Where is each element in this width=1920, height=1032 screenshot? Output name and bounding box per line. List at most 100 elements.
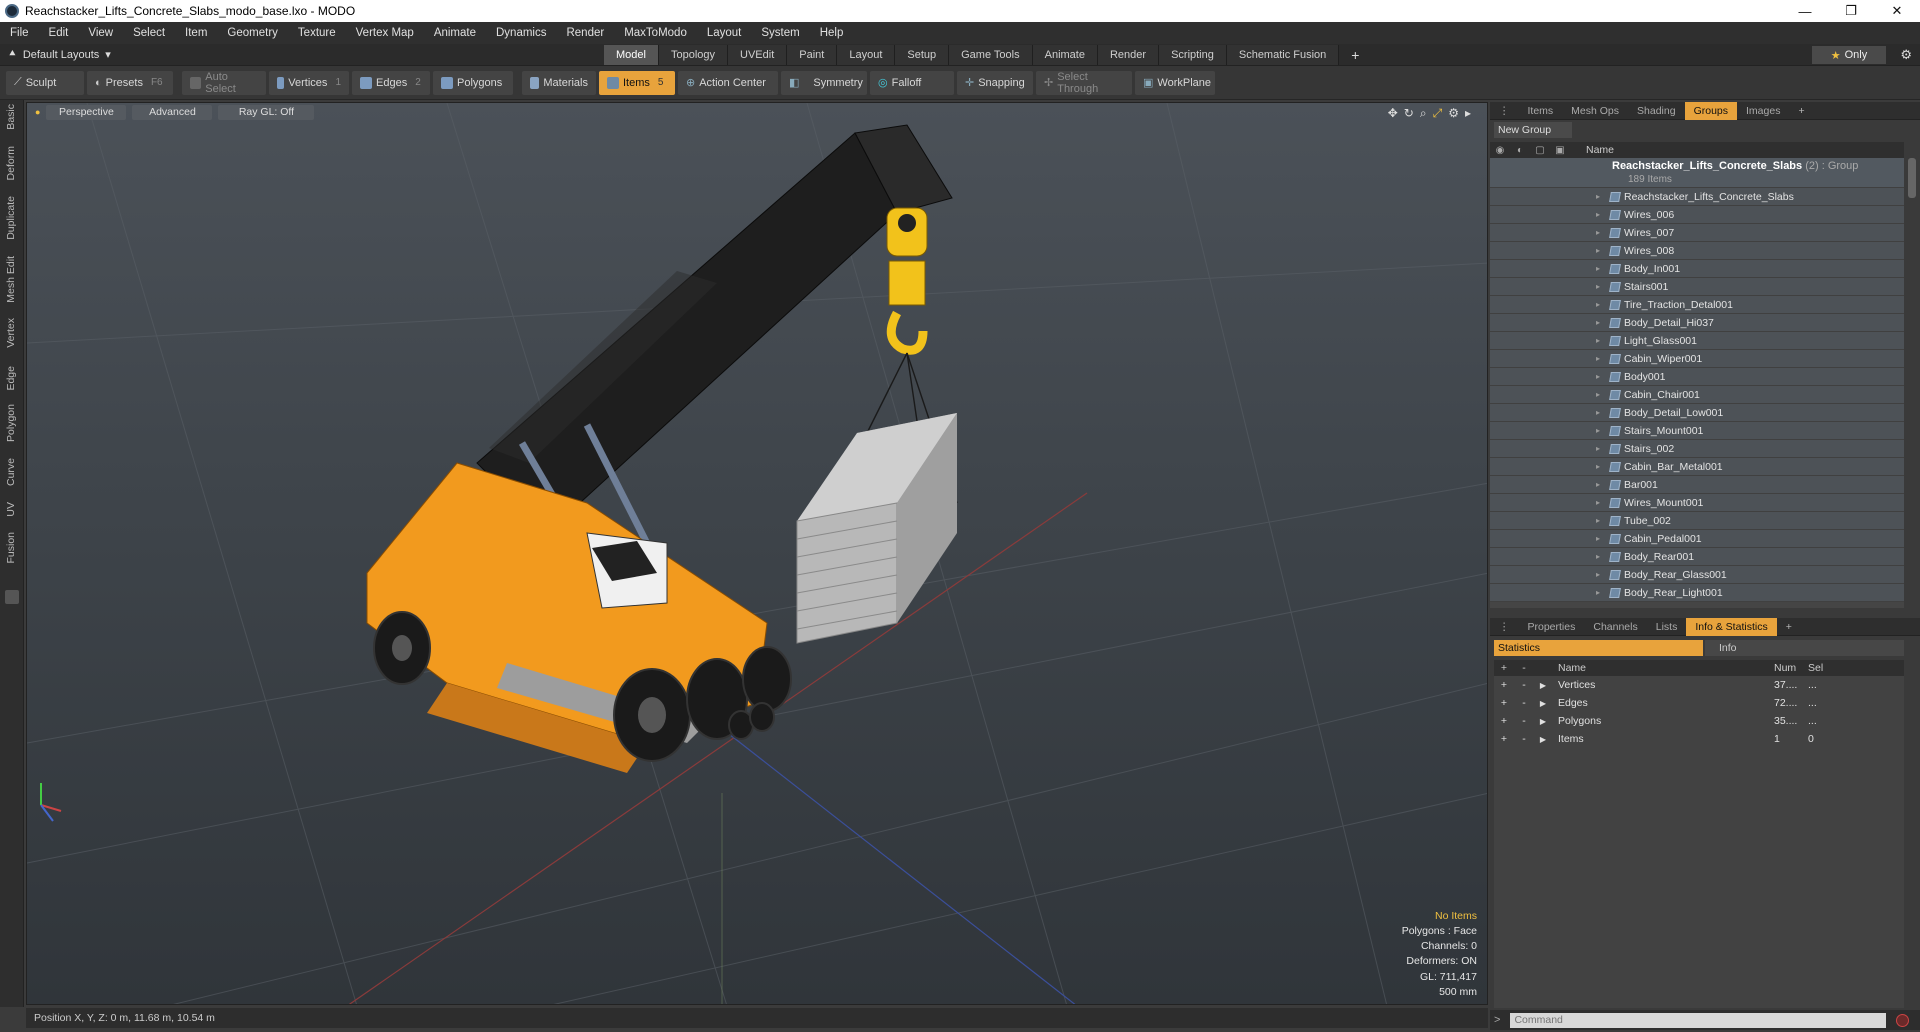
- auto-select-button[interactable]: Auto Select: [182, 70, 266, 95]
- workplane-button[interactable]: ▣ WorkPlane: [1135, 70, 1215, 95]
- list-item[interactable]: ▸ Body_Rear_Glass001: [1490, 566, 1904, 584]
- expand-arrow-icon[interactable]: ▸: [1596, 192, 1606, 201]
- tab-images[interactable]: Images: [1737, 102, 1789, 120]
- only-toggle[interactable]: ★ Only: [1812, 46, 1886, 64]
- sculpt-button[interactable]: ⟋ Sculpt: [6, 70, 84, 95]
- menu-item[interactable]: Item: [175, 27, 217, 39]
- record-macro-icon[interactable]: [1896, 1013, 1910, 1027]
- list-item[interactable]: ▸ Cabin_Bar_Metal001: [1490, 458, 1904, 476]
- menu-edit[interactable]: Edit: [39, 27, 79, 39]
- subtab-info[interactable]: Info: [1704, 640, 1904, 656]
- tab-paint[interactable]: Paint: [787, 45, 838, 65]
- snapping-button[interactable]: ✛ Snapping: [957, 70, 1033, 95]
- menu-help[interactable]: Help: [810, 27, 854, 39]
- remove-icon[interactable]: -: [1514, 697, 1534, 709]
- tab-groups[interactable]: Groups: [1684, 101, 1738, 120]
- list-item[interactable]: ▸ Stairs_002: [1490, 440, 1904, 458]
- 3d-viewport[interactable]: ● Perspective Advanced Ray GL: Off ✥ ↻ ⌕…: [26, 102, 1488, 1005]
- menu-view[interactable]: View: [78, 27, 123, 39]
- falloff-button[interactable]: ◎ Falloff: [870, 70, 954, 95]
- viewport-settings-icon[interactable]: ⚙: [1448, 106, 1459, 121]
- layout-toggle-icon[interactable]: ⯅: [8, 48, 17, 61]
- expand-arrow-icon[interactable]: ▸: [1596, 534, 1606, 543]
- raygl-button[interactable]: Ray GL: Off: [218, 105, 315, 120]
- expand-arrow-icon[interactable]: ▸: [1596, 570, 1606, 579]
- add-panel-tab-icon[interactable]: +: [1789, 102, 1813, 120]
- remove-icon[interactable]: -: [1514, 733, 1534, 745]
- tab-layout[interactable]: Layout: [837, 45, 896, 65]
- groups-scrollbar[interactable]: [1908, 158, 1916, 198]
- expand-arrow-icon[interactable]: ▸: [1596, 264, 1606, 273]
- expand-arrow-icon[interactable]: ▸: [1596, 588, 1606, 597]
- materials-button[interactable]: Materials: [522, 70, 596, 95]
- scene-render[interactable]: [27, 103, 1488, 1005]
- menu-file[interactable]: File: [0, 27, 39, 39]
- pan-icon[interactable]: ✥: [1388, 106, 1398, 121]
- list-item[interactable]: ▸ Body_In001: [1490, 260, 1904, 278]
- vtab-uv[interactable]: UV: [5, 502, 17, 517]
- expand-arrow-icon[interactable]: ▶: [1534, 681, 1552, 690]
- tab-model[interactable]: Model: [604, 45, 659, 65]
- lock-column-icon[interactable]: ▢: [1530, 145, 1550, 156]
- menu-select[interactable]: Select: [123, 27, 175, 39]
- add-tab-button[interactable]: +: [1339, 45, 1371, 65]
- list-item[interactable]: ▸ Body_Detail_Low001: [1490, 404, 1904, 422]
- vtab-basic[interactable]: Basic: [5, 104, 17, 130]
- expand-arrow-icon[interactable]: ▸: [1596, 408, 1606, 417]
- tab-shading[interactable]: Shading: [1628, 102, 1685, 120]
- zoom-icon[interactable]: ⌕: [1420, 106, 1427, 121]
- list-item[interactable]: ▸ Wires_006: [1490, 206, 1904, 224]
- viewport-menu-icon[interactable]: ●: [35, 107, 40, 120]
- polygons-button[interactable]: Polygons: [433, 70, 513, 95]
- collapse-all-icon[interactable]: -: [1514, 662, 1534, 674]
- tab-render[interactable]: Render: [1097, 45, 1160, 65]
- stats-row-vertices[interactable]: + - ▶ Vertices 37.... ...: [1494, 676, 1904, 694]
- list-item[interactable]: ▸ Tire_Traction_Detal001: [1490, 296, 1904, 314]
- list-item[interactable]: ▸ Cabin_Chair001: [1490, 386, 1904, 404]
- expand-arrow-icon[interactable]: ▸: [1596, 480, 1606, 489]
- stats-row-polygons[interactable]: + - ▶ Polygons 35.... ...: [1494, 712, 1904, 730]
- expand-arrow-icon[interactable]: ▸: [1596, 228, 1606, 237]
- vtab-edge[interactable]: Edge: [5, 366, 17, 391]
- stats-row-edges[interactable]: + - ▶ Edges 72.... ...: [1494, 694, 1904, 712]
- expand-arrow-icon[interactable]: ▸: [1596, 300, 1606, 309]
- add-icon[interactable]: +: [1494, 697, 1514, 709]
- vtab-fusion[interactable]: Fusion: [5, 532, 17, 564]
- group-row[interactable]: Reachstacker_Lifts_Concrete_Slabs (2) : …: [1490, 158, 1904, 188]
- expand-arrow-icon[interactable]: ▸: [1596, 444, 1606, 453]
- symmetry-button[interactable]: ◧ Symmetry: [781, 70, 867, 95]
- close-button[interactable]: ✕: [1874, 0, 1920, 22]
- menu-geometry[interactable]: Geometry: [217, 27, 288, 39]
- menu-vertex-map[interactable]: Vertex Map: [346, 27, 424, 39]
- tab-uvedit[interactable]: UVEdit: [728, 45, 788, 65]
- add-icon[interactable]: +: [1494, 715, 1514, 727]
- fit-icon[interactable]: ⤢: [1433, 106, 1443, 121]
- vtab-curve[interactable]: Curve: [5, 458, 17, 486]
- layout-selector[interactable]: ⯅ Default Layouts ▾: [8, 48, 111, 61]
- expand-arrow-icon[interactable]: ▶: [1534, 717, 1552, 726]
- expand-arrow-icon[interactable]: ▸: [1596, 462, 1606, 471]
- edges-button[interactable]: Edges 2: [352, 70, 430, 95]
- tab-topology[interactable]: Topology: [658, 45, 729, 65]
- expand-arrow-icon[interactable]: ▸: [1596, 336, 1606, 345]
- list-item[interactable]: ▸ Body_Rear_Light001: [1490, 584, 1904, 602]
- menu-texture[interactable]: Texture: [288, 27, 346, 39]
- expand-arrow-icon[interactable]: ▸: [1596, 246, 1606, 255]
- menu-layout[interactable]: Layout: [697, 27, 752, 39]
- expand-arrow-icon[interactable]: ▸: [1596, 210, 1606, 219]
- list-item[interactable]: ▸ Wires_008: [1490, 242, 1904, 260]
- list-item[interactable]: ▸ Body001: [1490, 368, 1904, 386]
- add-icon[interactable]: +: [1494, 733, 1514, 745]
- expand-arrow-icon[interactable]: ▸: [1596, 552, 1606, 561]
- viewport-more-icon[interactable]: ▸: [1465, 106, 1471, 121]
- panel-expand-icon[interactable]: [5, 590, 19, 604]
- view-type-button[interactable]: Perspective: [46, 105, 127, 120]
- visibility-column-icon[interactable]: ◉: [1490, 145, 1510, 156]
- list-item[interactable]: ▸ Wires_007: [1490, 224, 1904, 242]
- menu-maxtomodo[interactable]: MaxToModo: [614, 27, 697, 39]
- name-column-header[interactable]: Name: [1586, 144, 1614, 156]
- list-item[interactable]: ▸ Cabin_Pedal001: [1490, 530, 1904, 548]
- stats-row-items[interactable]: + - ▶ Items 1 0: [1494, 730, 1904, 748]
- vtab-mesh-edit[interactable]: Mesh Edit: [5, 256, 17, 303]
- menu-system[interactable]: System: [751, 27, 809, 39]
